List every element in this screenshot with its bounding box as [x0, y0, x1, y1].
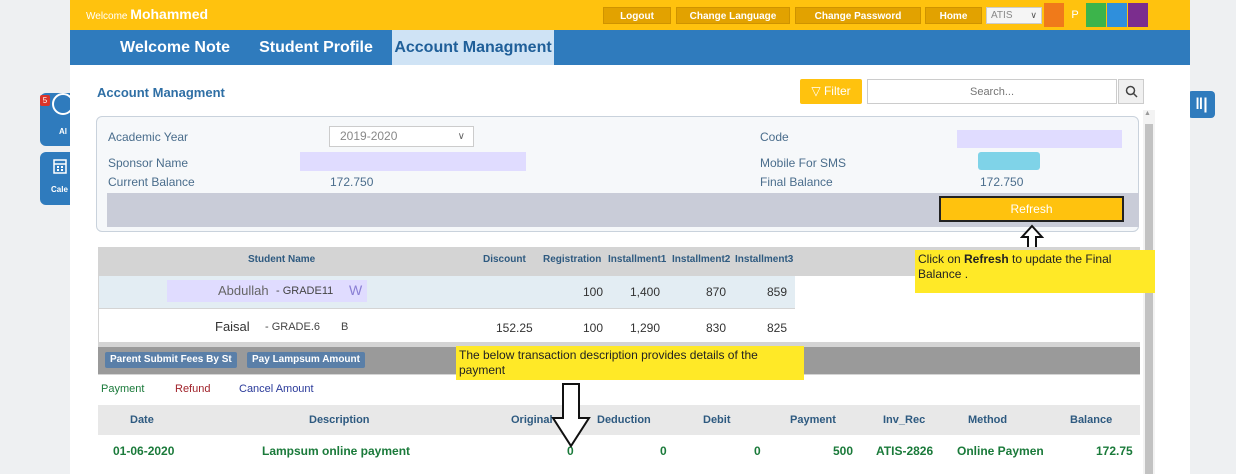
student-section: W — [349, 282, 363, 298]
welcome-text: Welcome Mohammed — [86, 6, 209, 22]
registration-cell: 100 — [583, 321, 604, 335]
debit-cell: 0 — [754, 444, 761, 458]
refresh-button[interactable]: Refresh — [939, 196, 1124, 222]
description-cell: Lampsum online payment — [262, 444, 411, 458]
deduction-cell: 0 — [660, 444, 667, 458]
method-cell: Online Payment — [957, 444, 1043, 458]
parent-submit-fees-button[interactable]: Parent Submit Fees By St — [105, 352, 237, 368]
final-balance-label: Final Balance — [760, 175, 833, 189]
change-password-button[interactable]: Change Password — [795, 7, 921, 24]
mobile-sms-label: Mobile For SMS — [760, 156, 847, 170]
academic-year-select[interactable]: 2019-2020 ∨ — [329, 126, 474, 147]
column-header: Balance — [1070, 414, 1113, 426]
installment3-cell: 825 — [767, 321, 788, 335]
discount-cell: 152.25 — [496, 321, 533, 335]
student-grade: - GRADE11 — [276, 285, 334, 297]
color-swatch-green[interactable] — [1086, 3, 1106, 27]
tab-student-profile[interactable]: Student Profile — [248, 30, 384, 65]
alerts-label: Al — [59, 127, 67, 136]
column-header: Installment2 — [672, 254, 731, 265]
column-header: Original — [511, 414, 553, 426]
current-balance-label: Current Balance — [108, 175, 195, 189]
installment2-cell: 830 — [706, 321, 727, 335]
column-header: Date — [130, 414, 154, 426]
installment3-cell: 859 — [767, 285, 788, 299]
tab-account-managment[interactable]: Account Managment — [392, 30, 554, 65]
chevron-down-icon: ∨ — [1030, 10, 1037, 20]
student-name: Faisal — [215, 319, 250, 334]
alerts-widget[interactable]: 5 Al — [40, 93, 74, 146]
color-swatch-purple[interactable] — [1128, 3, 1148, 27]
current-balance-value: 172.750 — [330, 175, 374, 189]
refresh-callout: Click on Refresh to update the Final Bal… — [915, 250, 1155, 293]
logout-button[interactable]: Logout — [603, 7, 671, 24]
color-swatch-blue[interactable] — [1107, 3, 1127, 27]
scrollbar-thumb[interactable] — [1145, 124, 1153, 474]
installment2-cell: 870 — [706, 285, 727, 299]
filter-label: Filter — [823, 84, 851, 98]
transaction-callout: The below transaction description provid… — [456, 346, 804, 380]
chevron-down-icon: ∨ — [457, 131, 465, 142]
column-header: Student Name — [248, 254, 316, 265]
menu-columns-icon[interactable]: ‖| — [1188, 91, 1215, 118]
inv-rec-cell: ATIS-2826 — [876, 444, 934, 458]
tab-welcome-note[interactable]: Welcome Note — [107, 30, 243, 65]
code-redacted — [957, 130, 1122, 148]
installment1-cell: 1,290 — [630, 321, 661, 335]
column-header: Registration — [543, 254, 602, 265]
color-swatch-orange[interactable] — [1044, 3, 1064, 27]
academic-year-label: Academic Year — [108, 130, 189, 144]
calendar-widget[interactable]: Cale — [40, 152, 70, 205]
table-row[interactable] — [99, 309, 795, 342]
student-name: Abdullah — [218, 283, 269, 298]
column-header: Debit — [703, 414, 731, 426]
alert-badge: 5 — [40, 95, 50, 106]
balance-cell: 172.75 — [1096, 444, 1133, 458]
filter-button[interactable]: ▽ Filter — [800, 79, 862, 104]
home-button[interactable]: Home — [925, 7, 982, 24]
installment1-cell: 1,400 — [630, 285, 661, 299]
pay-lampsum-button[interactable]: Pay Lampsum Amount — [247, 352, 365, 368]
column-header: Installment3 — [735, 254, 794, 265]
search-button[interactable] — [1118, 79, 1144, 104]
final-balance-value: 172.750 — [980, 175, 1024, 189]
filter-icon: ▽ — [811, 84, 821, 98]
legend-cancel-amount: Cancel Amount — [239, 383, 314, 395]
school-select[interactable]: ATIS ∨ — [986, 7, 1042, 24]
date-cell: 01-06-2020 — [113, 444, 175, 458]
calendar-icon — [53, 159, 67, 174]
search-input[interactable] — [867, 79, 1117, 104]
legend-refund: Refund — [175, 383, 211, 395]
column-header: Payment — [790, 414, 836, 426]
column-header: Discount — [483, 254, 526, 265]
payment-cell: 500 — [833, 444, 854, 458]
profile-button[interactable]: P — [1065, 3, 1085, 27]
column-header: Description — [309, 414, 370, 426]
scroll-up-icon[interactable]: ▲ — [1144, 110, 1151, 117]
column-header: Inv_Rec — [883, 414, 926, 426]
legend-payment: Payment — [101, 383, 145, 395]
sponsor-name-label: Sponsor Name — [108, 156, 189, 170]
arrow-down-icon — [551, 383, 591, 448]
student-section: B — [341, 321, 349, 333]
calendar-label: Cale — [51, 185, 68, 194]
column-header: Installment1 — [608, 254, 667, 265]
column-header: Method — [968, 414, 1008, 426]
registration-cell: 100 — [583, 285, 604, 299]
student-grade: - GRADE.6 — [265, 321, 321, 333]
change-language-button[interactable]: Change Language — [676, 7, 790, 24]
search-icon — [1125, 85, 1138, 98]
column-header: Deduction — [597, 414, 651, 426]
page-title: Account Managment — [97, 85, 225, 100]
user-name: Mohammed — [130, 6, 209, 22]
code-label: Code — [760, 130, 789, 144]
mobile-redacted — [978, 152, 1040, 170]
sponsor-name-redacted — [300, 152, 526, 171]
